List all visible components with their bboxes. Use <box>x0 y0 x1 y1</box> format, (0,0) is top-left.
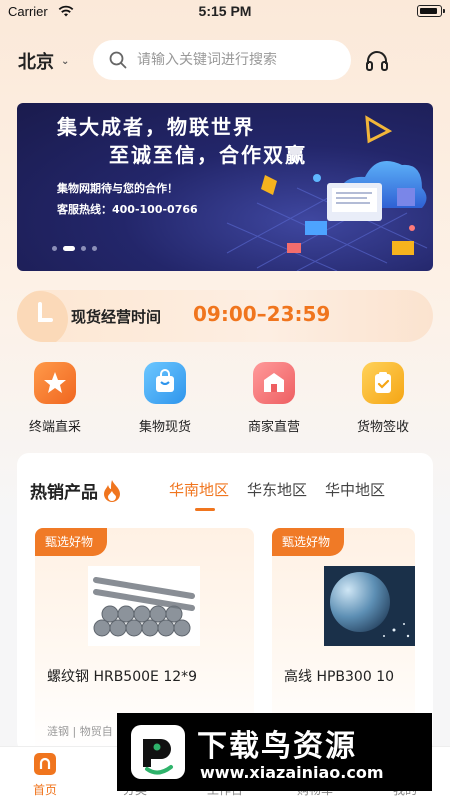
watermark-url: www.xiazainiao.com <box>200 763 384 782</box>
tab-central-china[interactable]: 华中地区 <box>325 479 385 500</box>
entry-terminal-purchase[interactable]: 终端直采 <box>10 362 100 435</box>
search-bar[interactable] <box>93 40 351 80</box>
store-icon <box>253 362 295 404</box>
entry-label: 货物签收 <box>356 420 409 435</box>
product-name: 高线 HPB300 10 <box>284 669 395 685</box>
business-hours-bar: 现货经营时间 09:00–23:59 <box>17 290 433 342</box>
product-name: 螺纹钢 HRB500E 12*9 <box>47 669 198 685</box>
region-tabs: 华南地区 华东地区 华中地区 <box>169 479 385 511</box>
clock-time: 5:15 PM <box>198 3 252 19</box>
headset-icon[interactable] <box>365 50 389 72</box>
tab-south-china[interactable]: 华南地区 <box>169 479 229 511</box>
entry-label: 集物现货 <box>138 420 191 435</box>
banner-text-1: 集物网期待与您的合作！ <box>57 182 178 195</box>
watermark-title: 下载鸟资源 <box>197 729 357 764</box>
product-meta: 涟钢 | 物贸自 <box>47 725 113 738</box>
bag-icon <box>144 362 186 404</box>
pager-dot[interactable] <box>92 246 97 251</box>
product-image-wire-rod <box>324 566 415 646</box>
entry-spot-goods[interactable]: 集物现货 <box>120 362 210 435</box>
fire-icon <box>104 479 120 502</box>
city-label: 北京 <box>18 52 54 73</box>
product-tag: 甄选好物 <box>35 528 108 556</box>
tab-east-china[interactable]: 华东地区 <box>247 479 307 500</box>
product-image-rebar <box>88 566 200 646</box>
quick-entry-row: 终端直采 集物现货 商家直营 货物签收 <box>0 362 450 442</box>
hot-products-title: 热销产品 <box>30 478 122 503</box>
battery-icon <box>417 5 445 17</box>
star-icon <box>34 362 76 404</box>
city-selector[interactable]: 北京 ⌄ <box>18 48 69 74</box>
business-hours-label: 现货经营时间 <box>71 308 162 326</box>
tab-home[interactable]: 首页 <box>0 753 90 798</box>
search-icon <box>109 51 127 69</box>
product-tag: 甄选好物 <box>272 528 345 556</box>
tab-label: 首页 <box>32 783 57 797</box>
chevron-down-icon: ⌄ <box>61 55 70 67</box>
banner-illustration <box>226 115 428 271</box>
clock-icon <box>17 291 68 342</box>
pager-dot[interactable] <box>52 246 57 251</box>
entry-goods-receipt[interactable]: 货物签收 <box>338 362 428 435</box>
pager-dot[interactable] <box>81 246 86 251</box>
entry-label: 终端直采 <box>28 420 81 435</box>
hot-products-card: 热销产品 华南地区 华东地区 华中地区 甄选好物 螺纹钢 HRB500E 12*… <box>17 453 433 753</box>
status-bar: Carrier 5:15 PM <box>0 0 450 24</box>
entry-merchant-direct[interactable]: 商家直营 <box>229 362 319 435</box>
watermark: 下载鸟资源 www.xiazainiao.com <box>117 713 432 791</box>
banner-pager <box>52 246 97 251</box>
pager-dot-active[interactable] <box>63 246 75 251</box>
hot-products-label: 热销产品 <box>30 483 98 503</box>
search-input[interactable] <box>137 52 337 68</box>
home-icon <box>34 753 56 775</box>
bird-logo-icon <box>131 725 185 779</box>
clipboard-check-icon <box>362 362 404 404</box>
business-hours-value: 09:00–23:59 <box>193 302 331 326</box>
entry-label: 商家直营 <box>247 420 300 435</box>
banner-hotline: 客服热线：400-100-0766 <box>57 203 198 216</box>
